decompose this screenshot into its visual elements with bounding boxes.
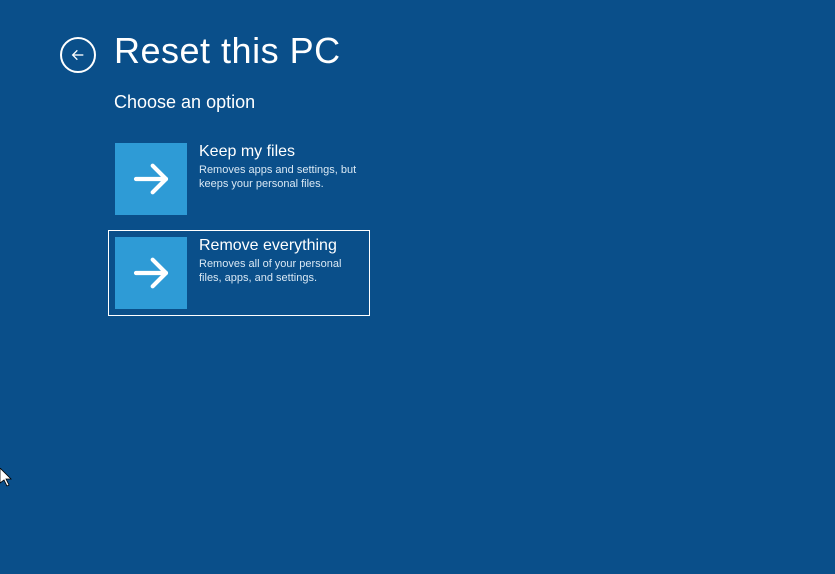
page-title: Reset this PC [114,30,341,72]
option-keep-my-files[interactable]: Keep my files Removes apps and settings,… [108,136,370,222]
option-description: Removes all of your personal files, apps… [199,257,359,286]
option-remove-everything[interactable]: Remove everything Removes all of your pe… [108,230,370,316]
option-description: Removes apps and settings, but keeps you… [199,163,359,192]
option-text: Keep my files Removes apps and settings,… [187,143,359,192]
back-button[interactable] [60,37,96,73]
back-arrow-icon [70,47,86,63]
arrow-right-icon [115,237,187,309]
page-subtitle: Choose an option [114,92,255,113]
options-list: Keep my files Removes apps and settings,… [108,136,370,324]
mouse-cursor-icon [0,468,14,488]
option-title: Keep my files [199,143,359,161]
page-header: Reset this PC [60,30,341,72]
option-title: Remove everything [199,237,359,255]
option-text: Remove everything Removes all of your pe… [187,237,359,286]
arrow-right-icon [115,143,187,215]
